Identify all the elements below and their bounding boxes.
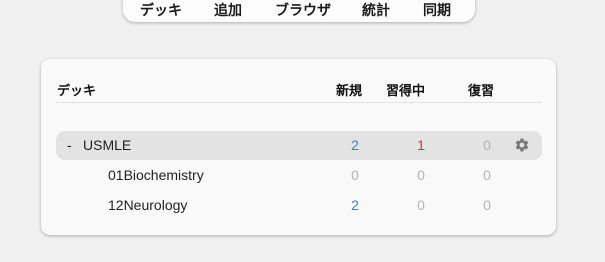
learn-count: 0 xyxy=(417,197,425,213)
gear-icon[interactable] xyxy=(514,137,530,153)
deck-name[interactable]: 12Neurology xyxy=(108,197,187,213)
nav-decks[interactable]: デッキ xyxy=(140,0,182,20)
nav-stats[interactable]: 統計 xyxy=(362,0,390,20)
deck-row-usmle[interactable]: - USMLE 2 1 0 xyxy=(56,131,542,160)
learn-count: 1 xyxy=(417,137,425,153)
deck-list-panel: デッキ 新規 習得中 復習 - USMLE 2 1 0 01Biochemist… xyxy=(41,59,556,235)
nav-sync[interactable]: 同期 xyxy=(423,0,451,20)
deck-name[interactable]: USMLE xyxy=(83,137,131,153)
deck-name[interactable]: 01Biochemistry xyxy=(108,167,204,183)
due-count: 0 xyxy=(483,197,491,213)
deck-row-biochemistry[interactable]: 01Biochemistry 0 0 0 xyxy=(56,161,542,190)
new-count: 2 xyxy=(351,137,359,153)
top-toolbar: デッキ 追加 ブラウザ 統計 同期 xyxy=(123,0,475,22)
deck-row-neurology[interactable]: 12Neurology 2 0 0 xyxy=(56,191,542,220)
nav-browse[interactable]: ブラウザ xyxy=(275,0,331,20)
due-count: 0 xyxy=(483,137,491,153)
header-new: 新規 xyxy=(336,84,363,99)
header-divider xyxy=(56,102,542,103)
due-count: 0 xyxy=(483,167,491,183)
new-count: 0 xyxy=(351,167,359,183)
header-learn: 習得中 xyxy=(386,84,426,99)
new-count: 2 xyxy=(351,197,359,213)
header-deck: デッキ xyxy=(57,84,97,99)
header-due: 復習 xyxy=(468,84,495,99)
collapse-toggle[interactable]: - xyxy=(67,137,72,153)
learn-count: 0 xyxy=(417,167,425,183)
nav-add[interactable]: 追加 xyxy=(214,0,242,20)
